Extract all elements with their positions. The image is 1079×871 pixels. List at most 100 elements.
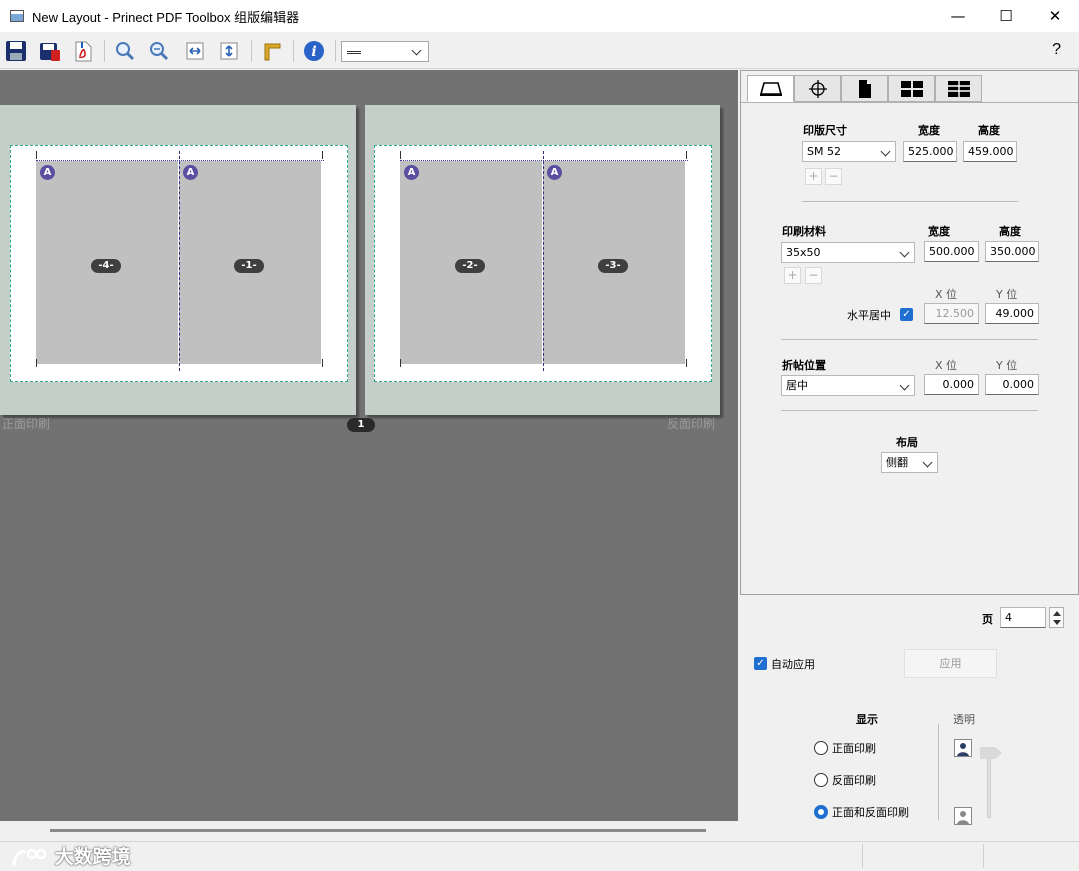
properties-panel: 印版尺寸 宽度 高度 SM 52 525.000 459.000 + − 印刷材… (740, 70, 1079, 595)
crosshair-icon (808, 79, 827, 98)
front-side-label: 正面印刷 (2, 417, 51, 431)
tab-page[interactable] (841, 75, 888, 102)
plate-width-field[interactable]: 525.000 (903, 141, 957, 162)
svg-text:i: i (311, 44, 316, 60)
tab-plate[interactable] (747, 75, 794, 102)
opaque-icon (954, 739, 972, 757)
page-tile[interactable]: A -4- (36, 161, 178, 364)
status-bar: 大数跨境 (0, 841, 1079, 871)
back-plate: A -2- A -3- (374, 145, 712, 382)
page-label: 页 (982, 613, 993, 626)
title-bar: New Layout - Prinect PDF Toolbox 组版编辑器 —… (0, 0, 1079, 32)
toolbar: i ? (0, 33, 1079, 69)
plate-width-label: 宽度 (918, 124, 940, 137)
app-icon (10, 10, 24, 22)
transparent-icon (954, 807, 972, 825)
paper-x-field: 12.500 (924, 303, 979, 324)
plate-icon (759, 81, 782, 96)
paper-y-field[interactable]: 49.000 (985, 303, 1039, 324)
watermark: 大数跨境 (10, 842, 131, 870)
auto-apply-checkbox[interactable]: ✓ (754, 657, 767, 670)
remove-plate-button[interactable]: − (825, 168, 842, 185)
close-button[interactable]: ✕ (1031, 0, 1079, 32)
apply-button[interactable]: 应用 (904, 649, 997, 678)
transparent-label: 透明 (953, 713, 975, 726)
tab-register[interactable] (794, 75, 841, 102)
transparency-slider[interactable] (987, 754, 991, 818)
transparency-slider-thumb[interactable] (980, 747, 1002, 759)
fit-width-icon[interactable] (182, 38, 208, 64)
panel-tabs (747, 75, 982, 103)
horizontal-scrollbar[interactable] (0, 821, 738, 840)
radio-back[interactable] (814, 773, 828, 787)
radio-front[interactable] (814, 741, 828, 755)
signature-y-label: Y 位 (996, 359, 1018, 372)
front-sheet[interactable]: A -4- A -1- (0, 105, 356, 415)
display-panel: 页 4 ✓ 自动应用 应用 显示 透明 正面印刷 反面印刷 正面和反面印刷 (740, 596, 1079, 840)
scrollbar-thumb[interactable] (50, 829, 706, 832)
info-icon[interactable]: i (301, 38, 327, 64)
plate-size-select[interactable]: SM 52 (802, 141, 896, 162)
back-sheet[interactable]: A -2- A -3- (365, 105, 720, 415)
radio-front-and-back[interactable] (814, 805, 828, 819)
ruler-icon[interactable] (259, 38, 285, 64)
radio-front-label: 正面印刷 (832, 742, 876, 755)
remove-paper-button[interactable]: − (805, 267, 822, 284)
display-label: 显示 (856, 713, 878, 726)
center-horizontal-label: 水平居中 (847, 309, 891, 322)
tab-signature[interactable] (935, 75, 982, 102)
plate-height-field[interactable]: 459.000 (963, 141, 1017, 162)
zoom-out-icon[interactable] (146, 38, 172, 64)
window-title: New Layout - Prinect PDF Toolbox 组版编辑器 (32, 9, 300, 25)
layout-canvas[interactable]: A -4- A -1- A -2- A -3- 正面印刷 反面印刷 1 (0, 70, 738, 840)
paper-x-label: X 位 (935, 288, 958, 301)
maximize-button[interactable]: ☐ (982, 0, 1030, 32)
page-number-badge: -4- (91, 259, 121, 273)
paper-width-field[interactable]: 500.000 (924, 241, 979, 262)
layout-select[interactable]: 侧翻 (881, 452, 938, 473)
add-paper-button[interactable]: + (784, 267, 801, 284)
fold-line (179, 151, 180, 371)
minimize-button[interactable]: — (934, 0, 982, 32)
radio-back-label: 反面印刷 (832, 774, 876, 787)
plate-size-label: 印版尺寸 (803, 124, 847, 137)
paper-label: 印刷材料 (782, 225, 826, 238)
page-tile[interactable]: A -1- (179, 161, 321, 364)
page-number-badge: -1- (234, 259, 264, 273)
save-icon[interactable] (3, 38, 29, 64)
paper-width-label: 宽度 (928, 225, 950, 238)
signature-grid-icon (947, 80, 970, 97)
signature-position-label: 折帖位置 (782, 359, 826, 372)
mark-badge: A (40, 165, 55, 180)
add-plate-button[interactable]: + (805, 168, 822, 185)
export-pdf-icon[interactable] (70, 38, 96, 64)
signature-x-label: X 位 (935, 359, 958, 372)
paper-height-field[interactable]: 350.000 (985, 241, 1039, 262)
paper-y-label: Y 位 (996, 288, 1018, 301)
tab-grid[interactable] (888, 75, 935, 102)
paper-select[interactable]: 35x50 (781, 242, 915, 263)
save-as-icon[interactable] (37, 38, 63, 64)
signature-y-field[interactable]: 0.000 (985, 374, 1039, 395)
mark-badge: A (183, 165, 198, 180)
page-number-badge: -3- (598, 259, 628, 273)
signature-position-select[interactable]: 居中 (781, 375, 915, 396)
page-tile[interactable]: A -2- (400, 161, 542, 364)
page-number-field[interactable]: 4 (1000, 607, 1046, 628)
zoom-in-icon[interactable] (112, 38, 138, 64)
signature-x-field[interactable]: 0.000 (924, 374, 979, 395)
help-button[interactable]: ? (1052, 41, 1061, 59)
back-side-label: 反面印刷 (667, 417, 716, 431)
line-style-select[interactable] (341, 41, 429, 62)
front-plate: A -4- A -1- (10, 145, 348, 382)
fit-height-icon[interactable] (216, 38, 242, 64)
page-icon (858, 79, 871, 98)
page-number-stepper[interactable] (1049, 607, 1064, 628)
layout-label: 布局 (896, 436, 918, 449)
sheet-number-badge: 1 (347, 418, 375, 432)
mark-badge: A (404, 165, 419, 180)
mark-badge: A (547, 165, 562, 180)
paper-height-label: 高度 (999, 225, 1021, 238)
center-horizontal-checkbox[interactable]: ✓ (900, 308, 913, 321)
page-tile[interactable]: A -3- (543, 161, 685, 364)
